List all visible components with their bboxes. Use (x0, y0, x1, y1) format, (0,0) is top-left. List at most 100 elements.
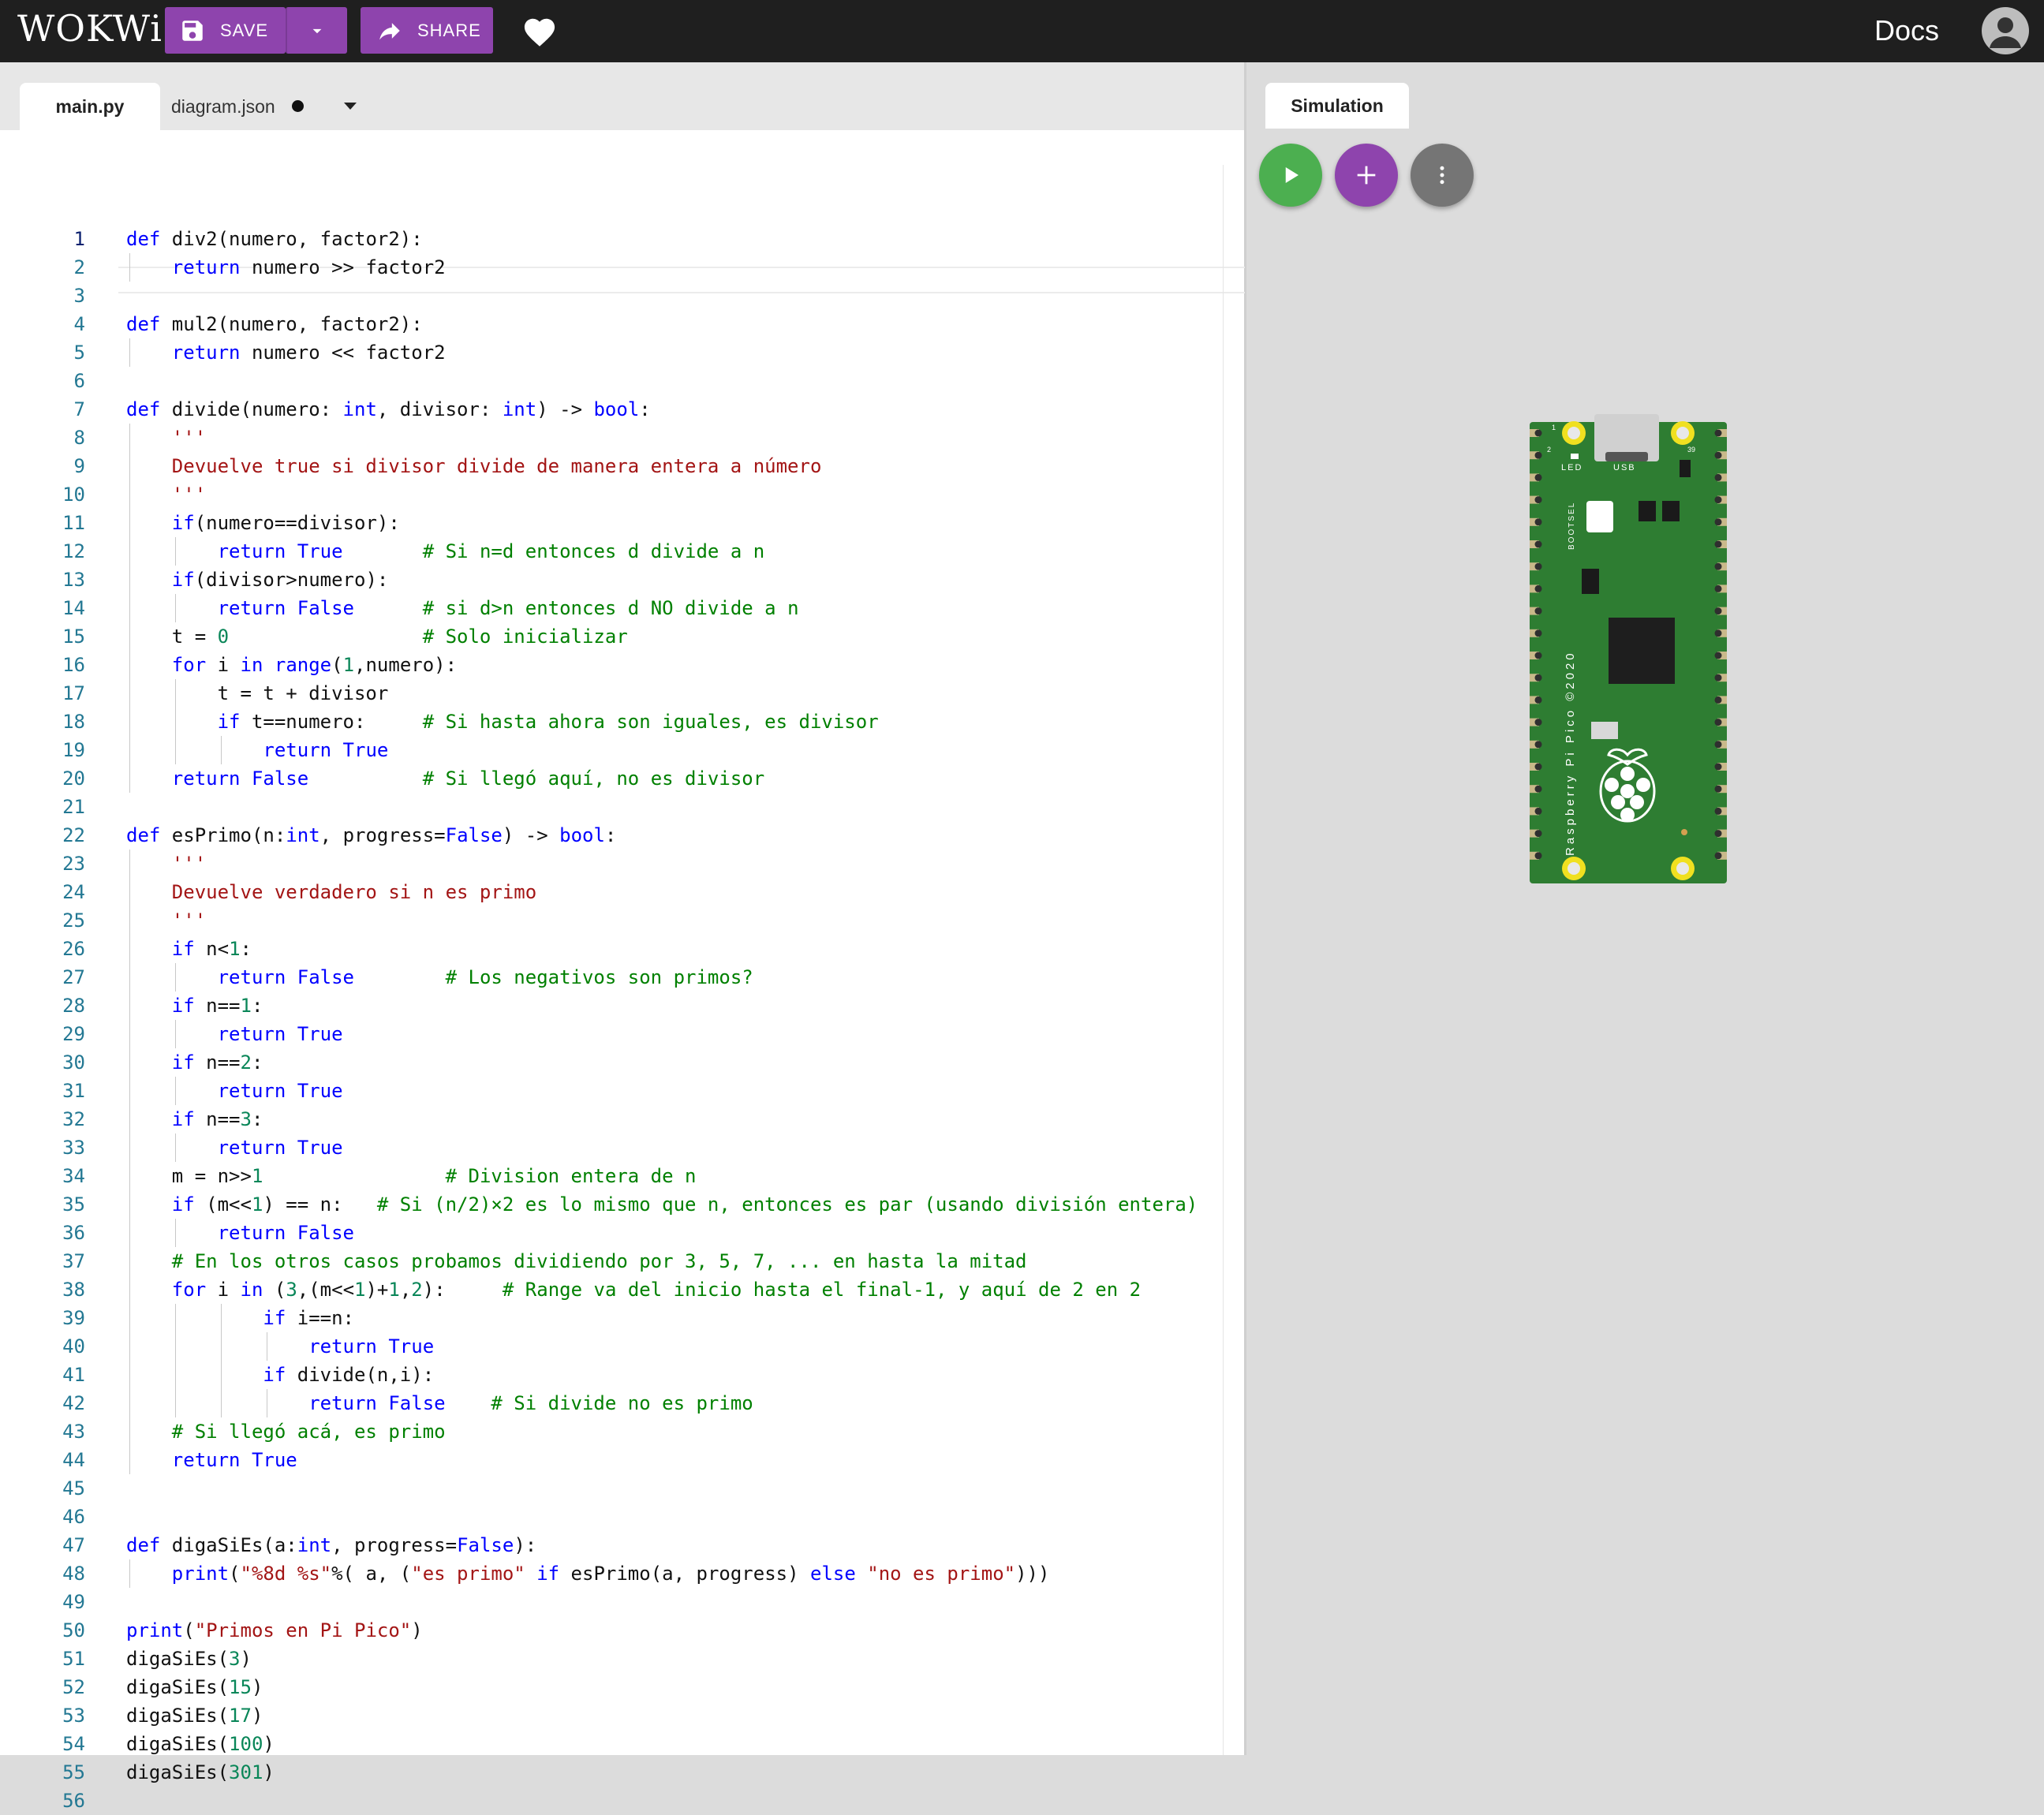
pin-hole (1534, 696, 1542, 704)
pin-hole (1714, 785, 1722, 793)
code-text: return False # Si divide no es primo (308, 1392, 753, 1414)
start-simulation-button[interactable] (1259, 144, 1322, 207)
code-text: digaSiEs(17) (126, 1705, 263, 1727)
line-number: 10 (62, 484, 85, 506)
pin-label-1: 1 (1552, 424, 1556, 431)
line-number: 53 (62, 1705, 85, 1727)
tab-simulation[interactable]: Simulation (1265, 83, 1409, 129)
pin-hole (1534, 473, 1542, 481)
line-number: 41 (62, 1364, 85, 1386)
line-number: 6 (73, 370, 85, 392)
code-text: return False # Los negativos son primos? (217, 966, 753, 988)
docs-link[interactable]: Docs (1874, 13, 1939, 49)
line-number: 34 (62, 1165, 85, 1187)
line-number: 47 (62, 1534, 85, 1556)
tab-main-py[interactable]: main.py (20, 83, 160, 130)
code-text: def esPrimo(n:int, progress=False) -> bo… (126, 824, 617, 846)
pin-hole (1534, 741, 1542, 749)
usb-port-opening (1605, 452, 1648, 461)
share-icon (379, 22, 400, 39)
mounting-hole-center (1568, 862, 1580, 875)
avatar-icon[interactable] (1982, 7, 2029, 54)
save-options-button[interactable] (286, 7, 347, 54)
line-number: 22 (62, 824, 85, 846)
code-text: print("%8d %s"%( a, ("es primo" if esPri… (171, 1563, 1050, 1585)
add-part-button[interactable] (1335, 144, 1398, 207)
code-text: return True (217, 1080, 343, 1102)
code-text: for i in (3,(m<<1)+1,2): # Range va del … (171, 1279, 1142, 1301)
more-options-button[interactable] (1411, 144, 1474, 207)
raspberry-seed (1611, 795, 1625, 809)
pin-hole (1534, 429, 1542, 437)
mounting-hole-center (1676, 427, 1689, 439)
line-number: 51 (62, 1648, 85, 1670)
tab-diagram-json[interactable]: diagram.json (171, 96, 275, 118)
plus-icon (1357, 166, 1376, 185)
tab-menu-chevron-icon[interactable] (341, 100, 360, 113)
code-text: def mul2(numero, factor2): (126, 313, 423, 335)
pin-hole (1714, 652, 1722, 659)
raspberry-seed (1620, 767, 1635, 781)
save-button[interactable]: SAVE (165, 7, 286, 54)
line-number: 35 (62, 1193, 85, 1216)
line-number: 46 (62, 1506, 85, 1528)
pin-hole (1534, 629, 1542, 637)
pin-hole (1714, 763, 1722, 771)
editor-scroll-edge (1223, 165, 1224, 1755)
pin-label-2: 2 (1547, 446, 1551, 454)
code-text: return numero >> factor2 (171, 256, 446, 278)
code-area[interactable]: 1 def div2(numero, factor2): 2 return nume… (0, 165, 1245, 1812)
code-text: ''' (126, 484, 207, 506)
editor-tab-bar: main.py diagram.json (0, 62, 1244, 130)
mounting-hole-center (1676, 862, 1689, 875)
pin-hole (1714, 741, 1722, 749)
chevron-down-icon (312, 28, 322, 33)
more-vert-icon (1440, 166, 1444, 185)
line-number: 23 (62, 853, 85, 875)
code-text: for i in range(1,numero): (171, 654, 458, 676)
chip (1662, 501, 1680, 521)
usb-label: USB (1613, 463, 1636, 472)
pin-hole (1714, 830, 1722, 838)
code-text: return False # Si llegó aquí, no es divi… (171, 767, 765, 790)
pin-hole (1714, 807, 1722, 815)
bootsel-button (1586, 501, 1613, 532)
code-text: def digaSiEs(a:int, progress=False): (126, 1534, 537, 1556)
share-button[interactable]: SHARE (361, 7, 493, 54)
line-number: 38 (62, 1279, 85, 1301)
line-number: 49 (62, 1591, 85, 1613)
heart-icon[interactable] (521, 14, 558, 47)
line-number: 40 (62, 1335, 85, 1358)
chip (1582, 569, 1599, 594)
wokwi-logo[interactable]: WOKWi (17, 5, 163, 52)
code-text: print("Primos en Pi Pico") (126, 1619, 423, 1641)
code-text: t = 0 # Solo inicializar (126, 626, 628, 648)
code-text: return False # si d>n entonces d NO divi… (217, 597, 799, 619)
line-number: 42 (62, 1392, 85, 1414)
line-number: 15 (62, 626, 85, 648)
board-artwork (1530, 414, 1727, 883)
code-text: return True (263, 739, 389, 761)
line-number: 14 (62, 597, 85, 619)
pin-hole (1714, 852, 1722, 860)
line-number: 17 (62, 682, 85, 704)
pin-hole (1714, 518, 1722, 526)
code-text: return True (217, 1023, 343, 1045)
user-silhouette-icon (1990, 17, 2021, 48)
code-text: if n<1: (171, 938, 252, 960)
pin-hole (1534, 763, 1542, 771)
code-text: if(numero==divisor): (171, 512, 400, 534)
code-text: digaSiEs(301) (126, 1761, 275, 1783)
code-text: digaSiEs(15) (126, 1676, 263, 1698)
code-text: t = t + divisor (126, 682, 389, 704)
pin-hole (1534, 719, 1542, 726)
line-number: 37 (62, 1250, 85, 1272)
pin-hole (1534, 785, 1542, 793)
raspberry-pi-pico-board[interactable]: 1 2 39 LED USB BOOTSEL Raspberry Pi Pico… (1530, 414, 1727, 883)
pin-hole (1714, 696, 1722, 704)
pin-hole (1714, 451, 1722, 459)
board-label: Raspberry Pi Pico ©2020 (1564, 650, 1577, 856)
pin-hole (1534, 807, 1542, 815)
mounting-hole-center (1568, 427, 1580, 439)
line-number: 18 (62, 711, 85, 733)
